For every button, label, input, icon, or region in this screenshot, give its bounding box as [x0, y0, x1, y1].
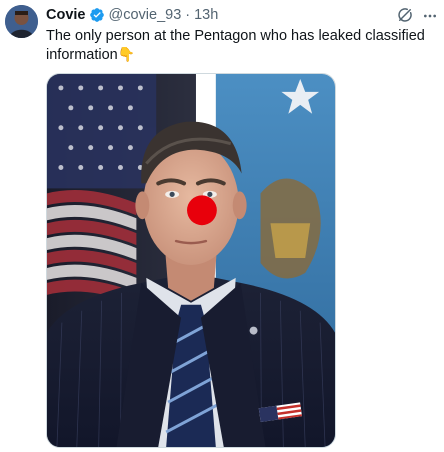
- tweet[interactable]: Covie @covie_93 · 13h The only person at…: [0, 0, 444, 452]
- pointing-down-emoji: 👇: [117, 46, 136, 62]
- separator-dot: ·: [185, 7, 191, 23]
- tweet-header: Covie @covie_93 · 13h: [46, 6, 218, 24]
- timestamp[interactable]: 13h: [194, 7, 218, 23]
- avatar[interactable]: [5, 5, 38, 38]
- tweet-media-photo[interactable]: [46, 73, 336, 448]
- portrait-photo: [47, 74, 335, 447]
- display-name[interactable]: Covie: [46, 7, 86, 23]
- tweet-text-body: The only person at the Pentagon who has …: [46, 28, 425, 63]
- tweet-text: The only person at the Pentagon who has …: [46, 27, 426, 64]
- grok-icon[interactable]: [396, 6, 414, 24]
- avatar-icon: [5, 5, 38, 38]
- user-handle[interactable]: @covie_93: [109, 7, 182, 23]
- more-icon[interactable]: [422, 8, 438, 24]
- verified-badge-icon: [89, 8, 104, 22]
- clown-nose: [187, 195, 217, 226]
